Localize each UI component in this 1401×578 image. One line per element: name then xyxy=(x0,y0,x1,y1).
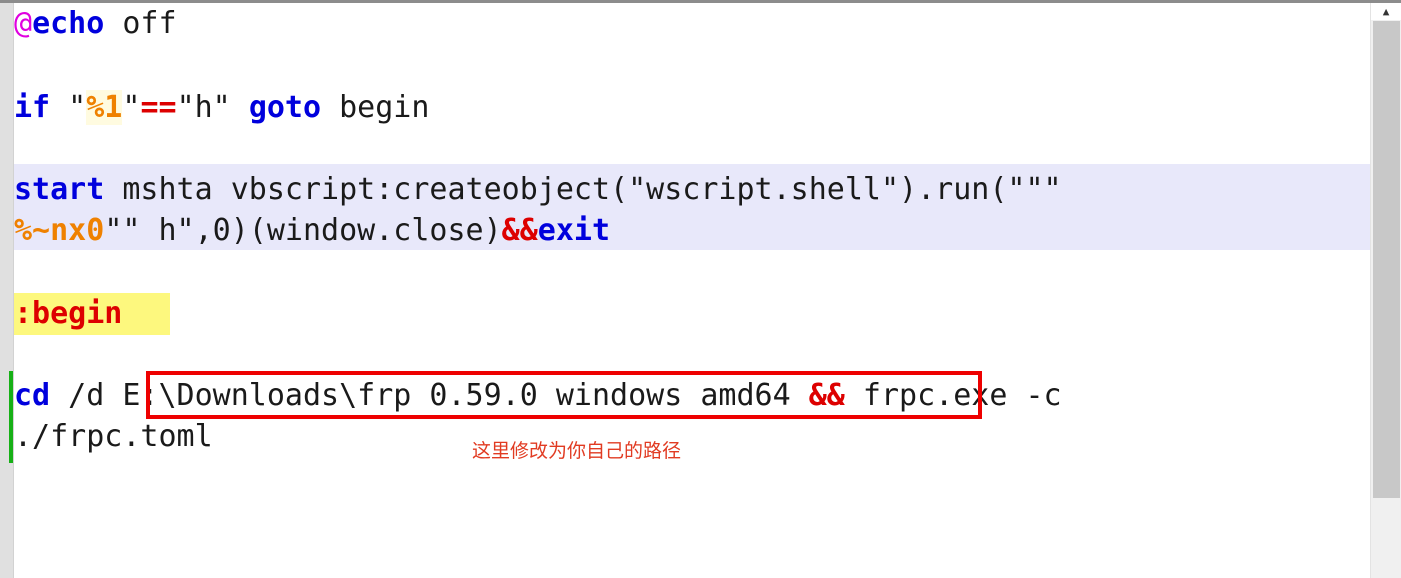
vertical-scrollbar[interactable]: ▲ xyxy=(1370,3,1401,578)
token-label-begin: :begin xyxy=(14,296,123,331)
token-operator-and-2: && xyxy=(808,378,845,413)
token-arg-off: off xyxy=(104,6,177,41)
chevron-up-icon: ▲ xyxy=(1382,5,1390,18)
code-line-echo-off[interactable]: @echo off xyxy=(14,3,177,44)
code-line-start-mshta-wrap[interactable]: %~nx0"" h",0)(window.close)&&exit xyxy=(14,210,610,251)
token-config-path: ./frpc.toml xyxy=(14,419,213,454)
token-keyword-cd: cd xyxy=(14,378,51,413)
change-bar-indicator xyxy=(9,371,13,463)
token-operator-and: && xyxy=(501,213,538,248)
token-keyword-goto: goto xyxy=(248,90,322,125)
token-variable-nx0: %~nx0 xyxy=(14,213,105,248)
token-quote-open: " xyxy=(50,90,87,125)
token-operator-equals: == xyxy=(140,90,177,125)
code-line-begin-label[interactable]: :begin xyxy=(14,293,122,334)
code-text-area[interactable]: @echo off if "%1"=="h" goto begin start … xyxy=(14,3,1370,578)
token-path-argument: /d E:\Downloads\frp 0.59.0 windows amd64 xyxy=(50,378,809,413)
annotation-note-text: 这里修改为你自己的路径 xyxy=(472,440,682,462)
token-keyword-echo: echo xyxy=(32,6,105,41)
token-at-symbol: @ xyxy=(14,6,33,41)
token-mshta-args: "" h",0)(window.close) xyxy=(104,213,502,248)
token-keyword-if: if xyxy=(14,90,51,125)
token-variable-param1: %1 xyxy=(86,90,123,125)
token-keyword-exit: exit xyxy=(537,213,611,248)
token-target-begin: begin xyxy=(321,90,430,125)
code-editor-window: @echo off if "%1"=="h" goto begin start … xyxy=(0,0,1401,578)
token-frpc-command: frpc.exe -c xyxy=(844,378,1062,413)
token-mshta-command: mshta vbscript:createobject("wscript.she… xyxy=(104,172,1062,207)
scrollbar-thumb[interactable] xyxy=(1373,21,1400,498)
code-line-start-mshta[interactable]: start mshta vbscript:createobject("wscri… xyxy=(14,169,1062,210)
scroll-up-button[interactable]: ▲ xyxy=(1371,3,1401,20)
code-line-cd-frpc-wrap[interactable]: ./frpc.toml xyxy=(14,416,213,457)
editor-gutter xyxy=(0,3,14,578)
token-literal-h: "h" xyxy=(176,90,249,125)
code-line-if-goto[interactable]: if "%1"=="h" goto begin xyxy=(14,87,429,128)
token-quote-close: " xyxy=(122,90,141,125)
code-line-cd-frpc[interactable]: cd /d E:\Downloads\frp 0.59.0 windows am… xyxy=(14,375,1062,416)
token-keyword-start: start xyxy=(14,172,105,207)
